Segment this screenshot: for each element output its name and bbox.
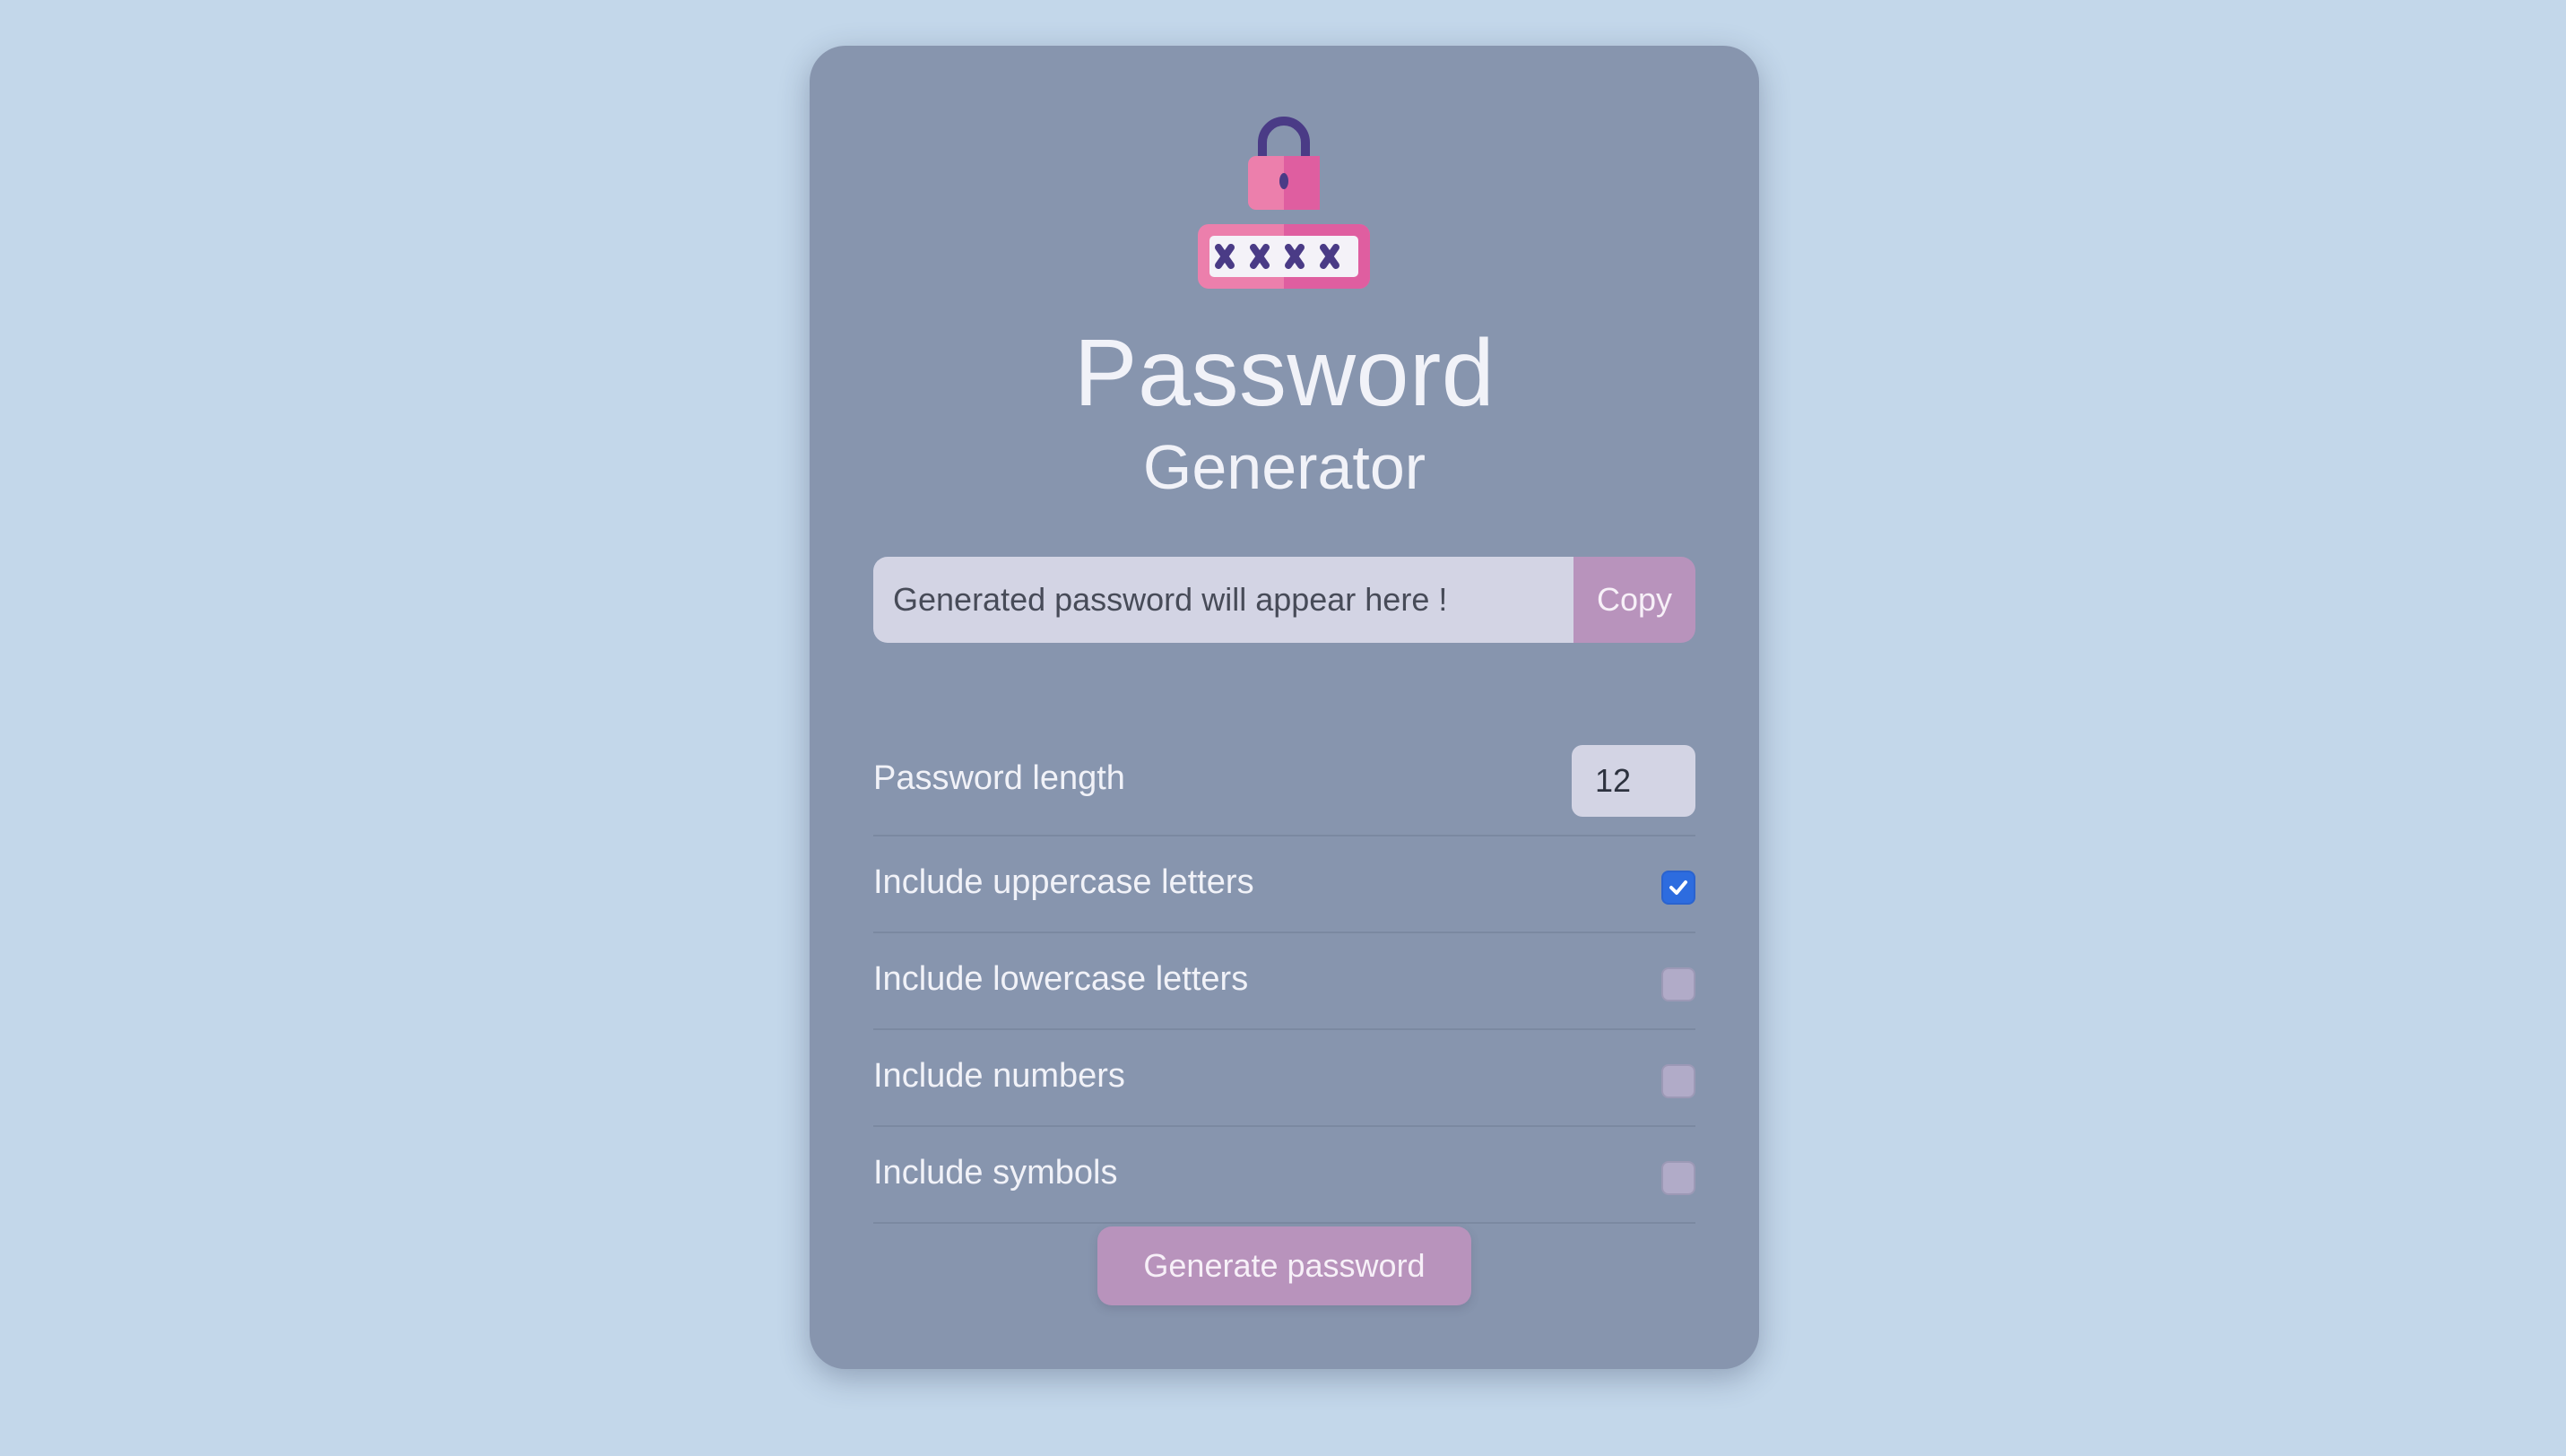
page-title: Password [1073, 320, 1495, 426]
password-length-input[interactable] [1572, 745, 1695, 817]
check-icon [1669, 880, 1687, 895]
copy-button[interactable]: Copy [1573, 557, 1695, 643]
option-numbers-label: Include numbers [873, 1057, 1125, 1095]
option-lowercase-label: Include lowercase letters [873, 960, 1249, 998]
option-symbols-row: Include symbols [873, 1127, 1695, 1224]
generator-card: Password Generator Copy Password length … [810, 46, 1759, 1369]
uppercase-checkbox[interactable] [1661, 871, 1695, 905]
password-length-label: Password length [873, 759, 1125, 797]
password-output-group: Copy [873, 557, 1695, 643]
option-uppercase-label: Include uppercase letters [873, 863, 1254, 901]
option-lowercase-row: Include lowercase letters [873, 933, 1695, 1030]
lowercase-checkbox[interactable] [1661, 967, 1695, 1001]
symbols-checkbox[interactable] [1661, 1161, 1695, 1195]
password-output-field[interactable] [873, 557, 1573, 643]
padlock-password-icon [1198, 117, 1370, 289]
option-symbols-label: Include symbols [873, 1154, 1118, 1192]
option-uppercase-row: Include uppercase letters [873, 836, 1695, 933]
numbers-checkbox[interactable] [1661, 1064, 1695, 1098]
page-subtitle: Generator [1142, 432, 1426, 502]
generate-password-button[interactable]: Generate password [1097, 1226, 1471, 1305]
option-numbers-row: Include numbers [873, 1030, 1695, 1127]
password-length-row: Password length [873, 722, 1695, 836]
